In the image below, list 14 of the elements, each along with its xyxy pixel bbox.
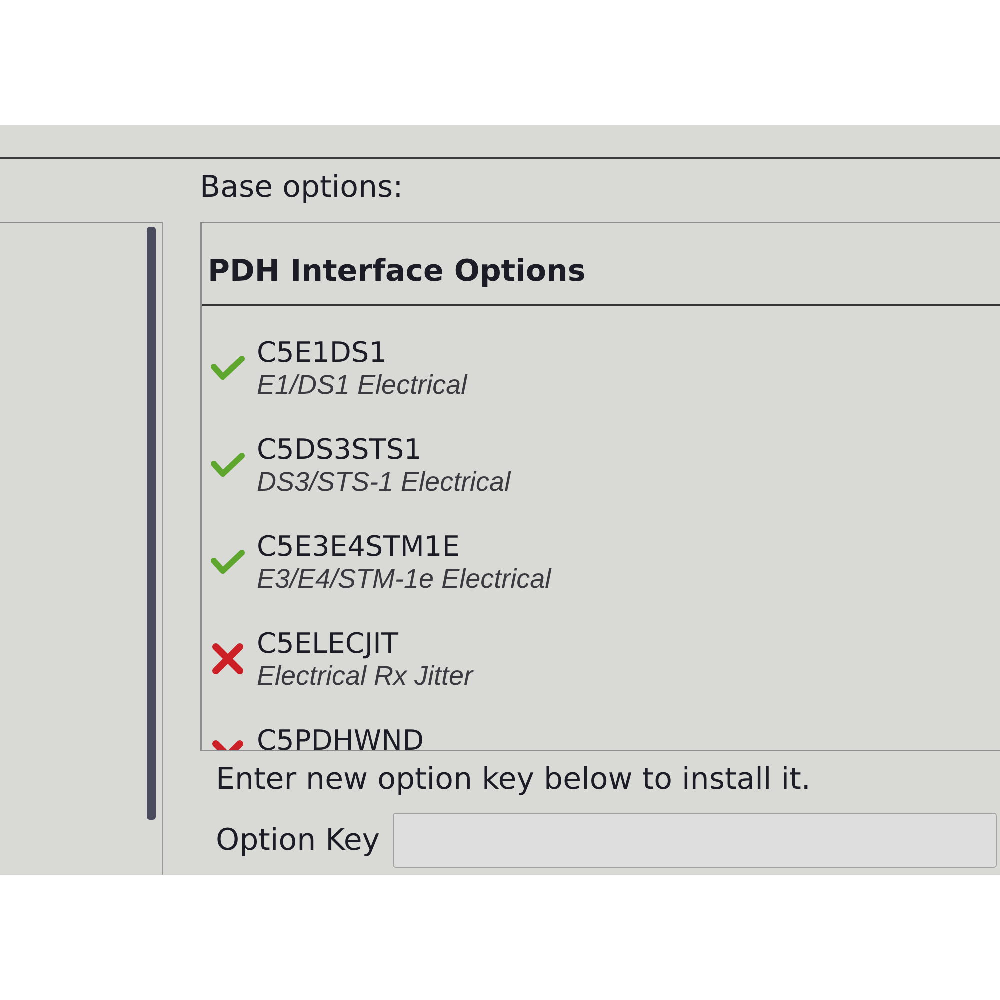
- option-code: C5E3E4STM1E: [257, 530, 461, 564]
- option-description: E1/DS1 Electrical: [257, 370, 468, 400]
- section-label: Base options:: [200, 169, 404, 207]
- option-description: E3/E4/STM-1e Electrical: [257, 564, 552, 594]
- option-code: C5DS3STS1: [257, 433, 423, 467]
- option-description: DS3/STS-1 Electrical: [257, 467, 511, 497]
- scrollbar[interactable]: [147, 227, 156, 820]
- field-label: Option Key: [216, 822, 380, 860]
- option-description: Electrical Rx Jitter: [257, 661, 474, 691]
- option-code: C5ELECJIT: [257, 627, 400, 661]
- option-code: C5E1DS1: [257, 336, 388, 370]
- group-title: PDH Interface Options: [202, 223, 1000, 306]
- option-key-field[interactable]: [393, 813, 997, 868]
- instruction-text: Enter new option key below to install it.: [215, 761, 812, 799]
